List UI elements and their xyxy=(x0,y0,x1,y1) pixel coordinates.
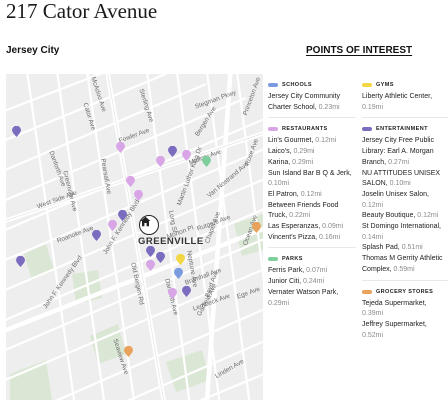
poi-section-parks: PARKS Ferris Park, 0.07mi Junior Citi, 0… xyxy=(262,252,356,309)
poi-section-entertainment: ENTERTAINMENT Jersey City Free Public Li… xyxy=(356,122,448,281)
poi-item[interactable]: Joselin Unisex Salon, 0.12mi xyxy=(362,190,446,211)
poi-item[interactable]: Junior Citi, 0.24mi xyxy=(268,277,354,288)
parks-swatch xyxy=(268,257,278,262)
entertainment-pin[interactable] xyxy=(16,256,25,267)
grocery-swatch xyxy=(362,289,372,294)
home-marker[interactable] xyxy=(139,215,159,235)
poi-item[interactable]: Tejeda Supermarket, 0.39mi xyxy=(362,299,446,320)
neighborhood-map[interactable]: Danforth Ave John F. Kennedy Blvd John F… xyxy=(6,74,263,400)
poi-section-schools: SCHOOLS Jersey City Community Charter Sc… xyxy=(262,78,356,119)
poi-category-header: PARKS xyxy=(262,252,356,266)
poi-item[interactable]: Vernater Watson Park, 0.29mi xyxy=(268,288,354,309)
map-streets xyxy=(6,74,263,400)
poi-item[interactable]: Ferris Park, 0.07mi xyxy=(268,266,354,277)
restaurants-swatch xyxy=(268,127,278,132)
gyms-swatch xyxy=(362,83,372,87)
entertainment-pin[interactable] xyxy=(156,252,165,263)
restaurant-pin[interactable] xyxy=(116,142,125,153)
poi-item[interactable]: Beauty Boutique, 0.12mi xyxy=(362,211,446,222)
grocery-pin[interactable] xyxy=(124,346,133,357)
poi-category-header: GYMS xyxy=(356,78,448,92)
poi-category-header: SCHOOLS xyxy=(262,78,356,92)
poi-category-label: GROCERY STORES xyxy=(376,288,434,295)
poi-item[interactable]: Between Friends Food Truck, 0.22mi xyxy=(268,201,354,222)
park-pin[interactable] xyxy=(202,156,211,167)
poi-column-right: GYMS Liberty Athletic Center, 0.19mi ENT… xyxy=(356,74,448,341)
school-pin[interactable] xyxy=(174,268,183,279)
poi-section-restaurants: RESTAURANTS Lin's Gourmet, 0.12mi Laico'… xyxy=(262,122,356,249)
poi-item[interactable]: Sun Island Bar B Q & Jerk, 0.10mi xyxy=(268,169,354,190)
poi-category-header: RESTAURANTS xyxy=(262,122,356,136)
entertainment-pin[interactable] xyxy=(146,246,155,257)
restaurant-pin[interactable] xyxy=(182,150,191,161)
poi-item[interactable]: St Domingo International, 0.14mi xyxy=(362,222,446,243)
divider xyxy=(268,247,356,249)
poi-category-header: ENTERTAINMENT xyxy=(356,122,448,136)
divider xyxy=(268,117,356,119)
city-label: Jersey City xyxy=(6,45,60,56)
house-icon xyxy=(140,216,151,227)
poi-item[interactable]: Jersey City Community Charter School, 0.… xyxy=(268,92,354,113)
poi-item[interactable]: Thomas M Gerrity Athletic Complex, 0.59m… xyxy=(362,254,446,275)
entertainment-swatch xyxy=(362,127,372,132)
restaurant-pin[interactable] xyxy=(134,190,143,201)
poi-item[interactable]: Splash Pad, 0.51mi xyxy=(362,243,446,254)
poi-item[interactable]: Karina, 0.29mi xyxy=(268,158,354,169)
restaurant-pin[interactable] xyxy=(108,220,117,231)
poi-section-grocery: GROCERY STORES Tejeda Supermarket, 0.39m… xyxy=(356,285,448,342)
poi-section-gyms: GYMS Liberty Athletic Center, 0.19mi xyxy=(356,78,448,119)
gym-pin[interactable] xyxy=(176,254,185,265)
restaurant-pin[interactable] xyxy=(156,156,165,167)
schools-swatch xyxy=(268,83,278,87)
grocery-pin[interactable] xyxy=(252,222,261,233)
poi-item[interactable]: Lin's Gourmet, 0.12mi xyxy=(268,136,354,147)
poi-category-label: GYMS xyxy=(376,82,394,88)
entertainment-pin[interactable] xyxy=(92,230,101,241)
poi-category-label: SCHOOLS xyxy=(282,82,312,88)
restaurant-pin[interactable] xyxy=(168,288,177,299)
restaurant-pin[interactable] xyxy=(146,260,155,271)
poi-item[interactable]: Laico's, 0.29mi xyxy=(268,147,354,158)
poi-item[interactable]: Jersey City Free Public Library: Earl A.… xyxy=(362,136,446,168)
poi-category-label: PARKS xyxy=(282,256,303,263)
points-of-interest-heading[interactable]: POINTS OF INTEREST xyxy=(306,45,412,56)
entertainment-pin[interactable] xyxy=(118,210,127,221)
poi-category-header: GROCERY STORES xyxy=(356,285,448,299)
entertainment-pin[interactable] xyxy=(168,146,177,157)
poi-item[interactable]: Vincent's Pizza, 0.16mi xyxy=(268,233,354,244)
poi-category-label: RESTAURANTS xyxy=(282,126,328,133)
poi-item[interactable]: Jeffrey Supermarket, 0.52mi xyxy=(362,320,446,341)
entertainment-pin[interactable] xyxy=(182,286,191,297)
poi-category-label: ENTERTAINMENT xyxy=(376,126,428,133)
poi-item[interactable]: El Patron, 0.12mi xyxy=(268,190,354,201)
poi-item[interactable]: NU ATTITUDES UNISEX SALON, 0.10mi xyxy=(362,169,446,190)
restaurant-pin[interactable] xyxy=(126,176,135,187)
entertainment-pin[interactable] xyxy=(12,126,21,137)
divider xyxy=(362,279,448,281)
poi-column-left: SCHOOLS Jersey City Community Charter Sc… xyxy=(262,74,356,309)
poi-item[interactable]: Liberty Athletic Center, 0.19mi xyxy=(362,92,446,113)
address-title: 217 Cator Avenue xyxy=(6,0,158,23)
divider xyxy=(362,117,448,119)
poi-item[interactable]: Las Esperanzas, 0.09mi xyxy=(268,222,354,233)
